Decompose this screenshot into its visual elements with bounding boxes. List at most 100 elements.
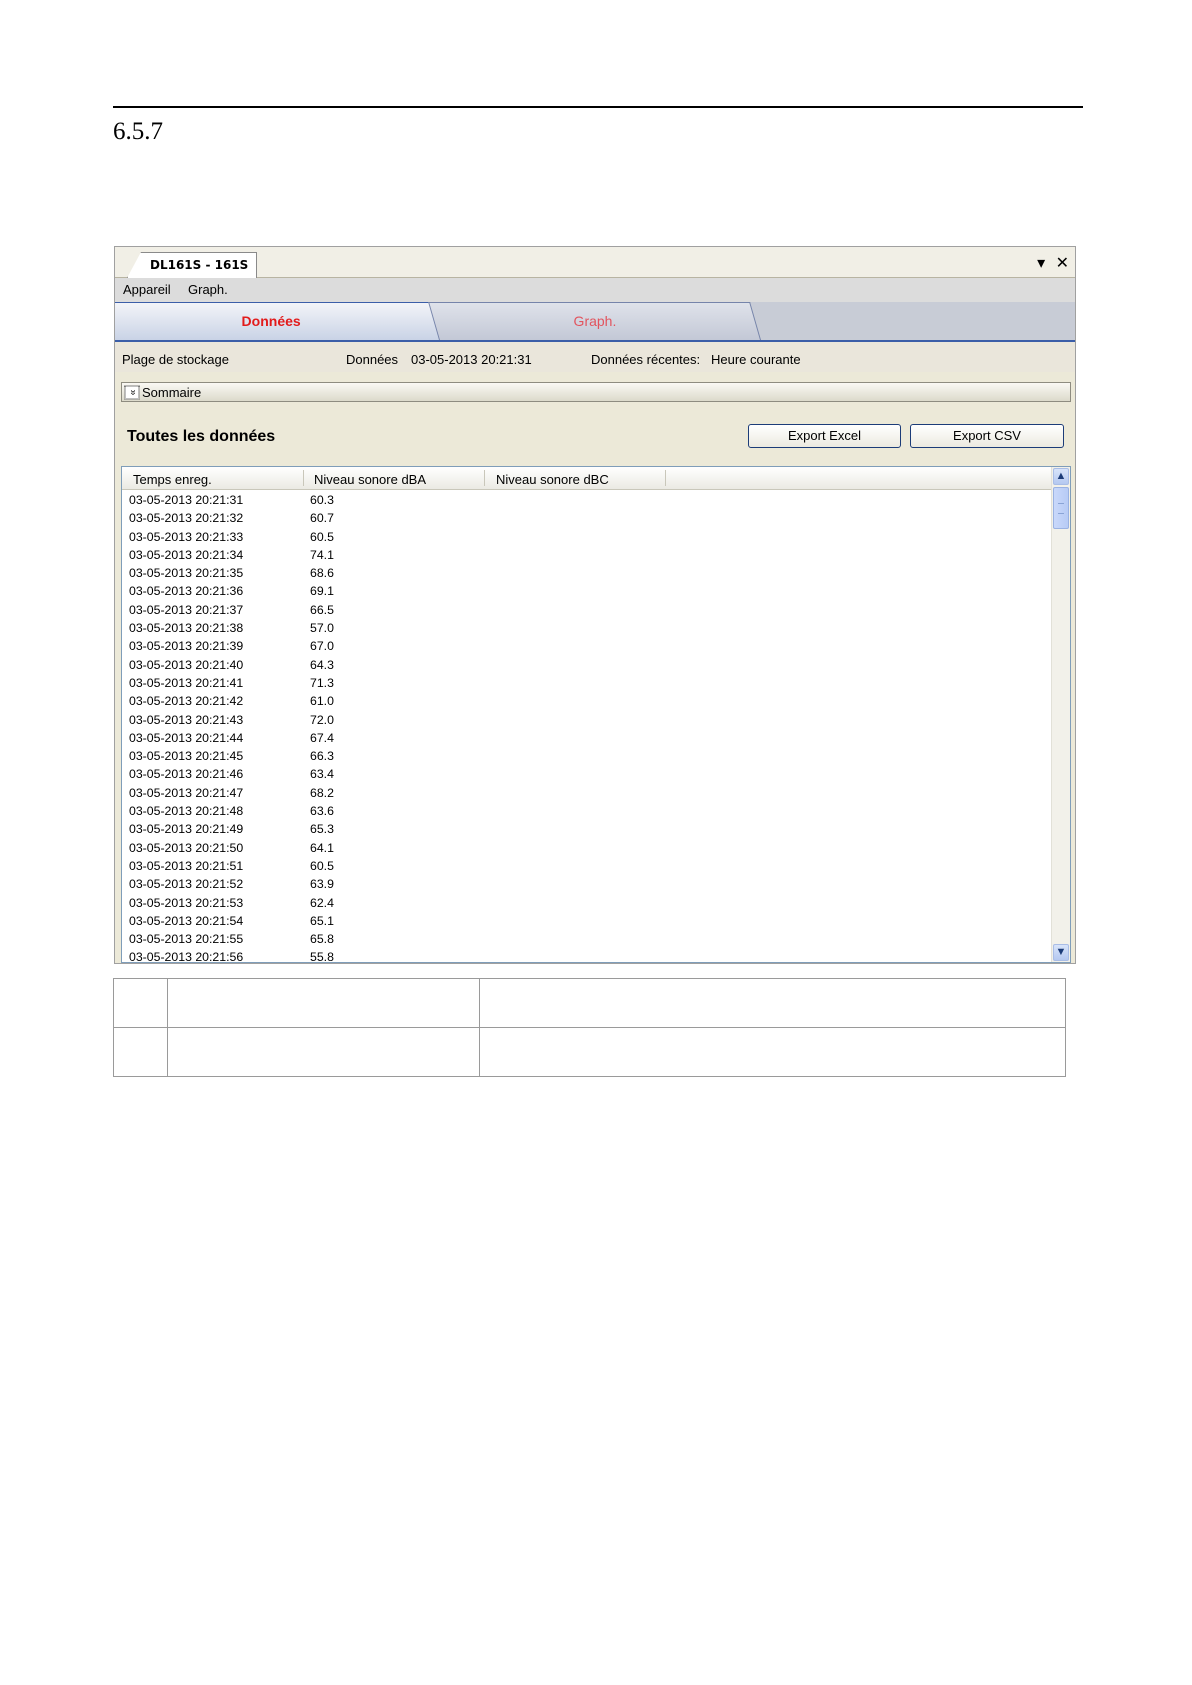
cell-dba: 55.8 (310, 950, 334, 963)
cell-dba: 66.5 (310, 602, 334, 617)
table-row[interactable]: 03-05-2013 20:21:37 66.5 (122, 601, 1052, 619)
table-row[interactable]: 03-05-2013 20:21:48 63.6 (122, 802, 1052, 820)
summary-bar[interactable]: » Sommaire (121, 382, 1071, 402)
storage-range-label: Plage de stockage (122, 352, 229, 367)
table-row[interactable]: 03-05-2013 20:21:38 57.0 (122, 619, 1052, 637)
table-row[interactable]: 03-05-2013 20:21:44 67.4 (122, 729, 1052, 747)
table-row[interactable]: 03-05-2013 20:21:51 60.5 (122, 857, 1052, 875)
tab-graph[interactable]: Graph. (428, 302, 761, 340)
section-number: 6.5.7 (113, 118, 163, 145)
column-separator[interactable] (665, 470, 666, 486)
tab-donnees-label: Données (241, 313, 302, 329)
table-row[interactable]: 03-05-2013 20:21:52 63.9 (122, 875, 1052, 893)
cell-time: 03-05-2013 20:21:50 (129, 840, 244, 855)
cell-time: 03-05-2013 20:21:55 (129, 932, 244, 947)
cell-time: 03-05-2013 20:21:47 (129, 785, 244, 800)
cell-dba: 67.0 (310, 639, 334, 654)
scroll-down-icon[interactable]: ▼ (1053, 944, 1069, 961)
document-table-row (113, 1027, 1066, 1077)
table-row[interactable]: 03-05-2013 20:21:31 60.3 (122, 491, 1052, 509)
cell-dba: 63.4 (310, 767, 334, 782)
table-row[interactable]: 03-05-2013 20:21:45 66.3 (122, 747, 1052, 765)
cell-dba: 60.5 (310, 858, 334, 873)
cell-dba: 61.0 (310, 694, 334, 709)
cell-dba: 62.4 (310, 895, 334, 910)
section-title: Toutes les données (127, 428, 276, 445)
view-tabs: Données Graph. (115, 302, 1075, 342)
cell-time: 03-05-2013 20:21:52 (129, 877, 244, 892)
cell-dba: 66.3 (310, 749, 334, 764)
recent-data-label: Données récentes: (591, 352, 701, 367)
tab-donnees[interactable]: Données (115, 302, 444, 340)
table-row[interactable]: 03-05-2013 20:21:46 63.4 (122, 765, 1052, 783)
table-row[interactable]: 03-05-2013 20:21:43 72.0 (122, 711, 1052, 729)
table-row[interactable]: 03-05-2013 20:21:34 74.1 (122, 546, 1052, 564)
cell-dba: 65.3 (310, 822, 334, 837)
cell-time: 03-05-2013 20:21:32 (129, 511, 244, 526)
table-row[interactable]: 03-05-2013 20:21:40 64.3 (122, 656, 1052, 674)
document-table (113, 978, 1066, 1077)
cell-dba: 69.1 (310, 584, 334, 599)
column-separator[interactable] (484, 470, 485, 486)
summary-label: Sommaire (142, 385, 202, 400)
data-timestamp: 03-05-2013 20:21:31 (411, 352, 532, 367)
cell-time: 03-05-2013 20:21:37 (129, 602, 244, 617)
grid-rows: 03-05-2013 20:21:31 60.3 03-05-2013 20:21:… (122, 491, 1052, 963)
cell-time: 03-05-2013 20:21:56 (129, 950, 244, 963)
info-bar: Plage de stockage Données 03-05-2013 20:… (115, 342, 1075, 372)
table-row[interactable]: 03-05-2013 20:21:47 68.2 (122, 784, 1052, 802)
table-row[interactable]: 03-05-2013 20:21:32 60.7 (122, 509, 1052, 527)
cell-dba: 63.6 (310, 804, 334, 819)
export-csv-button[interactable]: Export CSV (910, 424, 1064, 448)
cell-time: 03-05-2013 20:21:54 (129, 913, 244, 928)
table-row[interactable]: 03-05-2013 20:21:50 64.1 (122, 839, 1052, 857)
scroll-up-icon[interactable]: ▲ (1053, 468, 1069, 485)
data-grid: Temps enreg. Niveau sonore dBA Niveau so… (121, 466, 1071, 963)
cell-time: 03-05-2013 20:21:46 (129, 767, 244, 782)
cell-time: 03-05-2013 20:21:42 (129, 694, 244, 709)
recent-data-value: Heure courante (711, 352, 801, 367)
table-row[interactable]: 03-05-2013 20:21:35 68.6 (122, 564, 1052, 582)
table-row[interactable]: 03-05-2013 20:21:55 65.8 (122, 930, 1052, 948)
cell-time: 03-05-2013 20:21:34 (129, 547, 244, 562)
cell-dba: 64.3 (310, 657, 334, 672)
table-row[interactable]: 03-05-2013 20:21:49 65.3 (122, 820, 1052, 838)
column-header-dbc[interactable]: Niveau sonore dBC (496, 472, 609, 487)
vertical-scrollbar[interactable]: ▲ ▼ (1051, 467, 1070, 962)
table-row[interactable]: 03-05-2013 20:21:36 69.1 (122, 582, 1052, 600)
cell-dba: 67.4 (310, 730, 334, 745)
cell-time: 03-05-2013 20:21:39 (129, 639, 244, 654)
expand-chevron-icon[interactable]: » (124, 385, 140, 400)
cell-time: 03-05-2013 20:21:41 (129, 675, 244, 690)
table-row[interactable]: 03-05-2013 20:21:56 55.8 (122, 948, 1052, 963)
section-divider (113, 106, 1083, 108)
close-icon[interactable]: ✕ (1056, 255, 1069, 272)
column-separator[interactable] (303, 470, 304, 486)
cell-dba: 65.1 (310, 913, 334, 928)
export-excel-button[interactable]: Export Excel (748, 424, 901, 448)
menu-item-graph[interactable]: Graph. (188, 282, 228, 297)
cell-time: 03-05-2013 20:21:35 (129, 566, 244, 581)
cell-dba: 57.0 (310, 621, 334, 636)
cell-time: 03-05-2013 20:21:49 (129, 822, 244, 837)
cell-time: 03-05-2013 20:21:45 (129, 749, 244, 764)
column-header-dba[interactable]: Niveau sonore dBA (314, 472, 426, 487)
table-row[interactable]: 03-05-2013 20:21:54 65.1 (122, 912, 1052, 930)
title-bar: DL161S - 161S ▾ ✕ (115, 247, 1075, 278)
cell-dba: 71.3 (310, 675, 334, 690)
table-row[interactable]: 03-05-2013 20:21:42 61.0 (122, 692, 1052, 710)
cell-dba: 68.6 (310, 566, 334, 581)
menu-item-appareil[interactable]: Appareil (123, 282, 171, 297)
table-row[interactable]: 03-05-2013 20:21:39 67.0 (122, 637, 1052, 655)
document-tab[interactable]: DL161S - 161S (127, 252, 258, 278)
cell-time: 03-05-2013 20:21:48 (129, 804, 244, 819)
table-row[interactable]: 03-05-2013 20:21:53 62.4 (122, 894, 1052, 912)
table-row[interactable]: 03-05-2013 20:21:41 71.3 (122, 674, 1052, 692)
cell-time: 03-05-2013 20:21:51 (129, 858, 244, 873)
scroll-thumb[interactable] (1053, 487, 1069, 529)
dropdown-icon[interactable]: ▾ (1037, 255, 1045, 272)
grid-header: Temps enreg. Niveau sonore dBA Niveau so… (122, 467, 1052, 490)
cell-time: 03-05-2013 20:21:31 (129, 493, 244, 507)
table-row[interactable]: 03-05-2013 20:21:33 60.5 (122, 528, 1052, 546)
column-header-time[interactable]: Temps enreg. (133, 472, 212, 487)
